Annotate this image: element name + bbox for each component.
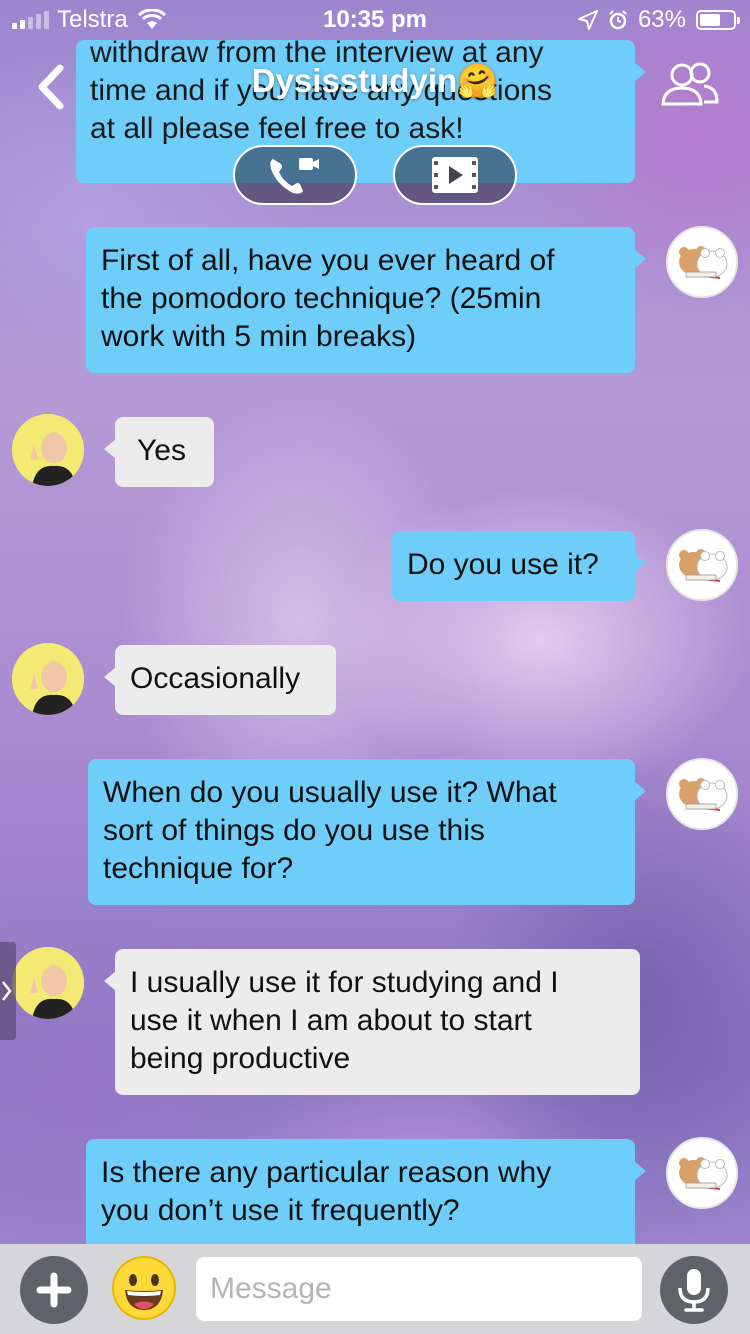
my-avatar[interactable]: [666, 529, 738, 601]
phone-video-icon: [270, 158, 319, 194]
microphone-button[interactable]: [660, 1256, 728, 1324]
contact-photo-icon: [12, 643, 84, 715]
message-bubble-outgoing[interactable]: When do you usually use it? What sort of…: [88, 759, 646, 905]
status-right: 63%: [577, 6, 740, 34]
bear-sticker-icon: [679, 778, 728, 811]
side-drawer-handle[interactable]: [0, 942, 16, 1040]
contact-photo-icon: [12, 947, 84, 1019]
message-text: Yes: [137, 434, 186, 467]
message-bubble-incoming[interactable]: Yes: [104, 417, 214, 487]
screening-room-icon: [432, 157, 478, 193]
message-input[interactable]: [196, 1257, 642, 1321]
add-attachment-button[interactable]: [20, 1256, 88, 1324]
message-bubble-outgoing[interactable]: Is there any particular reason why you d…: [86, 1139, 646, 1244]
message-bubble-incoming[interactable]: I usually use it for studying and I use …: [104, 949, 640, 1095]
alarm-icon: [609, 10, 627, 30]
contact-avatar[interactable]: [12, 643, 84, 715]
bear-sticker-icon: [679, 549, 728, 582]
chevron-right-icon: [2, 981, 12, 1001]
voice-call-button[interactable]: [233, 145, 357, 205]
message-bubble-outgoing[interactable]: Do you use it?: [392, 531, 646, 601]
battery-percent: 63%: [637, 6, 686, 33]
members-icon[interactable]: [660, 62, 720, 106]
message-text: Is there any particular reason why you d…: [101, 1156, 552, 1227]
contact-avatar[interactable]: [12, 414, 84, 486]
bear-sticker-icon: [679, 1157, 728, 1190]
message-bubble-outgoing[interactable]: First of all, have you ever heard of the…: [86, 227, 646, 373]
microphone-icon: [678, 1269, 710, 1312]
back-chevron-icon[interactable]: [32, 62, 72, 112]
message-text: I usually use it for studying and I use …: [130, 966, 559, 1075]
battery-icon: [696, 10, 740, 30]
plus-icon: [36, 1272, 72, 1308]
bear-sticker-icon: [679, 246, 728, 279]
message-text: First of all, have you ever heard of the…: [101, 244, 555, 353]
location-arrow-icon: [577, 10, 598, 30]
message-text: Do you use it?: [407, 548, 599, 581]
screening-room-button[interactable]: [393, 145, 517, 205]
my-avatar[interactable]: [666, 758, 738, 830]
message-text: When do you usually use it? What sort of…: [103, 776, 557, 885]
battery-level: [700, 14, 720, 26]
message-text: Occasionally: [130, 662, 301, 695]
chat-title[interactable]: Dysisstudyin🤗: [150, 62, 600, 101]
my-avatar[interactable]: [666, 1137, 738, 1209]
my-avatar[interactable]: [666, 226, 738, 298]
smiley-emoji-icon[interactable]: [110, 1254, 178, 1322]
contact-avatar[interactable]: [12, 947, 84, 1019]
message-bubble-incoming[interactable]: Occasionally: [104, 645, 336, 715]
contact-photo-icon: [12, 414, 84, 486]
